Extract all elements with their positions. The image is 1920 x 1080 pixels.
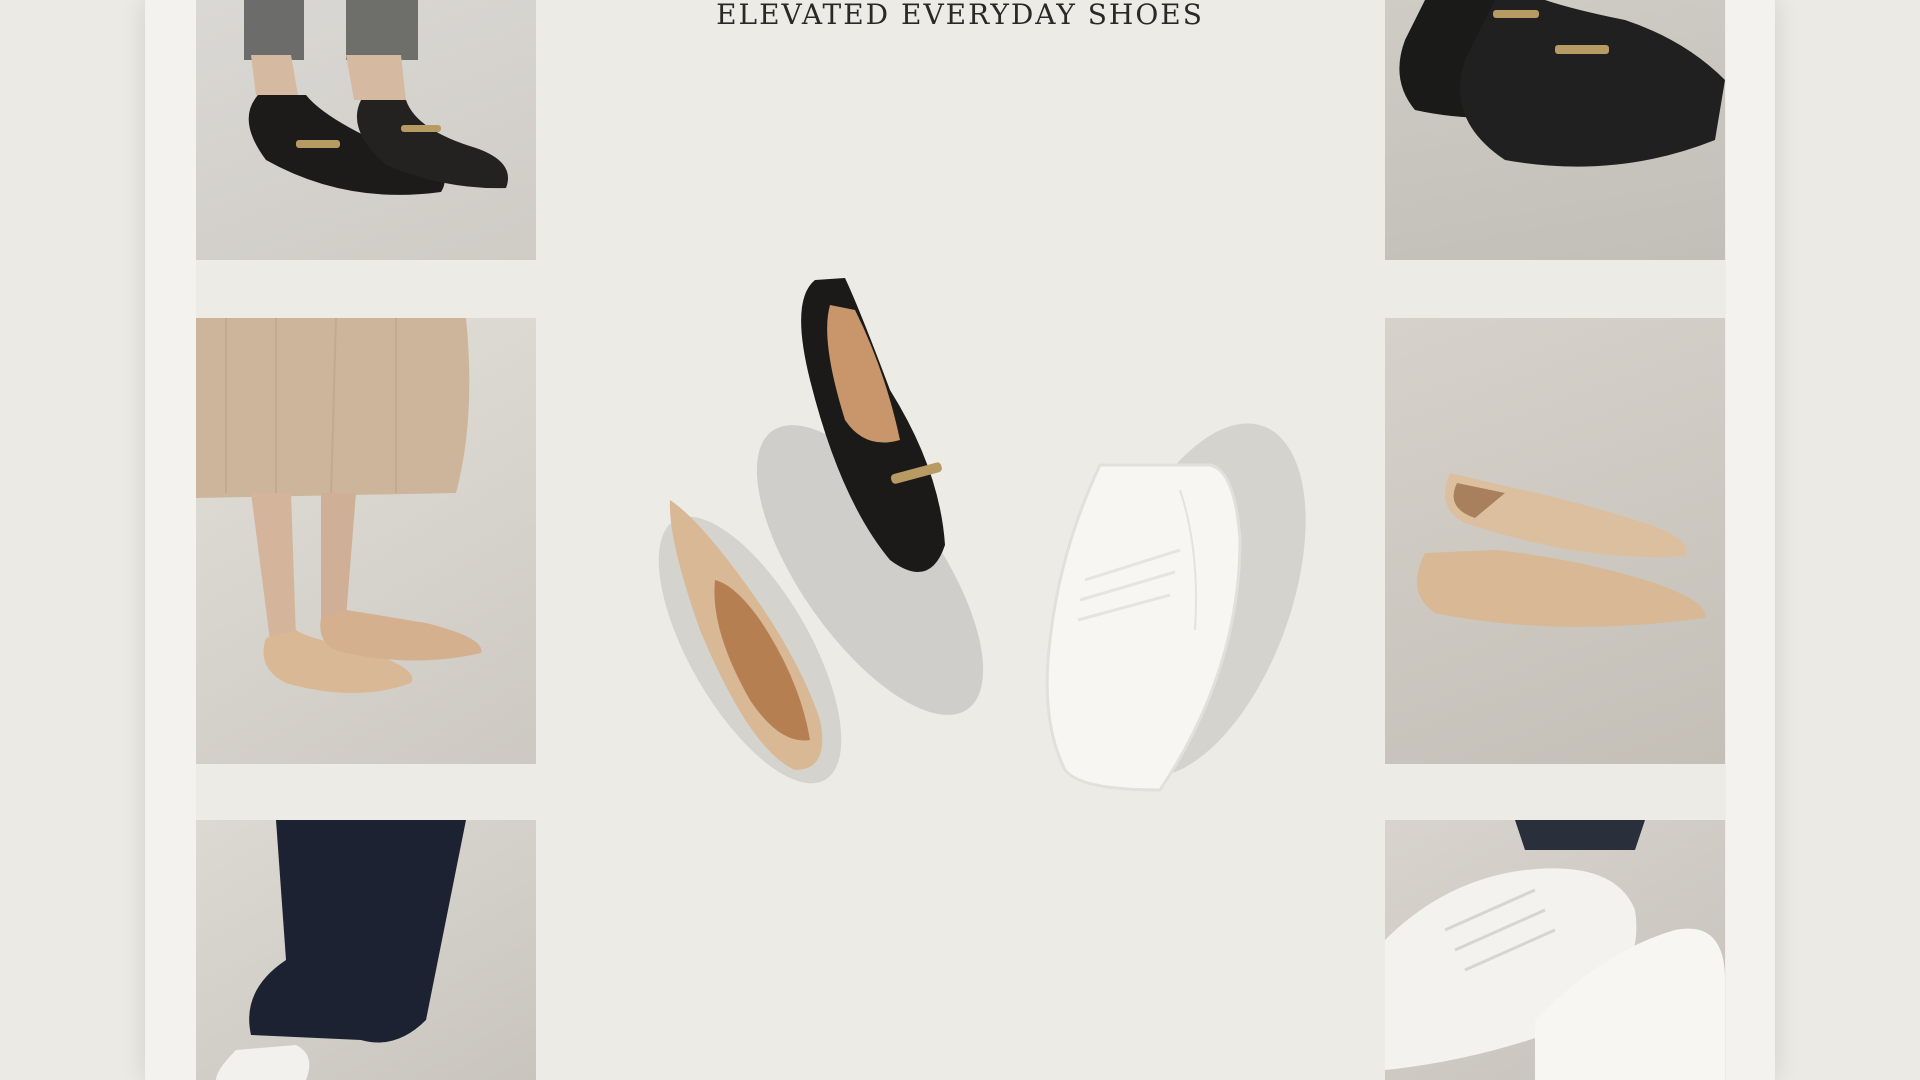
photo-white-sneakers-jeans: [196, 820, 536, 1080]
photo-nude-flats-worn: [196, 318, 536, 764]
photo-black-loafers-worn: [196, 0, 536, 260]
photo-white-sneakers-closeup: [1385, 820, 1725, 1080]
photo-nude-flats-pair: [1385, 318, 1725, 764]
photo-black-loafers-closeup: [1385, 0, 1725, 260]
flat-lay-shoes: [640, 250, 1320, 854]
